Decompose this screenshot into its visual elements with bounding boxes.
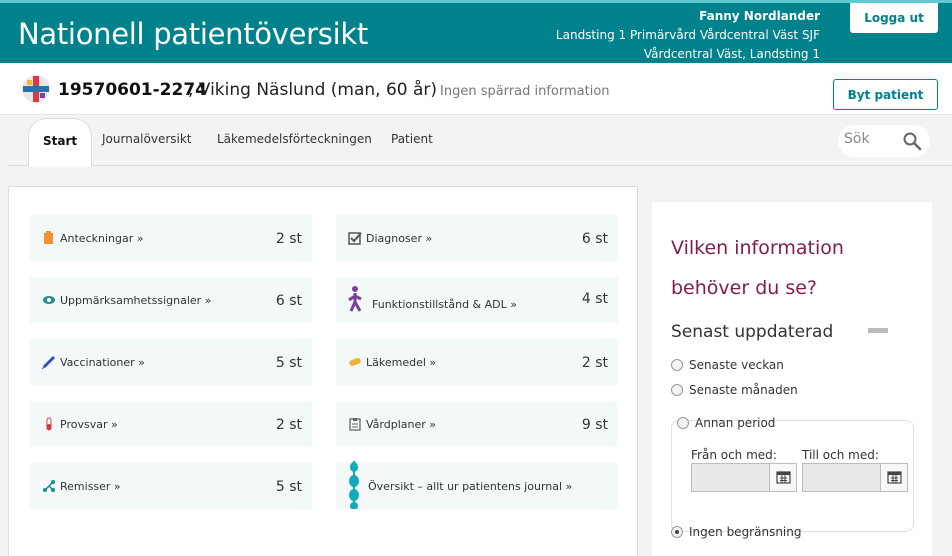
radio-last-week[interactable]: Senaste veckan	[671, 358, 784, 372]
pill-icon	[349, 357, 361, 367]
tile-medications[interactable]: Läkemedel » 2 st	[336, 339, 618, 385]
radio-circle-icon	[671, 384, 683, 396]
logout-button[interactable]: Logga ut	[850, 3, 938, 33]
tile-notes[interactable]: Anteckningar » 2 st	[30, 215, 312, 261]
search-icon[interactable]	[902, 131, 922, 151]
filter-panel: Vilken information behöver du se? Senast…	[652, 202, 932, 556]
tile-referrals[interactable]: Remisser » 5 st	[30, 463, 312, 509]
tile-label: Uppmärksamhetssignaler »	[60, 294, 212, 307]
overview-tiles-panel: Anteckningar » 2 st Diagnoser » 6 st Upp…	[8, 186, 638, 556]
tab-journal-overview[interactable]: Journalöversikt	[102, 132, 192, 146]
test-tube-icon	[46, 417, 52, 431]
tab-start[interactable]: Start	[28, 118, 93, 167]
radio-label: Annan period	[695, 416, 776, 430]
diagnosis-check-icon	[348, 232, 362, 245]
user-organization: Landsting 1 Primärvård Vårdcentral Väst …	[555, 28, 820, 42]
tile-count: 4 st	[581, 291, 608, 307]
tile-journal-overview[interactable]: Översikt – allt ur patientens journal »	[336, 461, 618, 509]
tile-label: Remisser »	[60, 480, 121, 493]
syringe-icon	[42, 355, 56, 369]
tile-count: 2 st	[581, 355, 608, 371]
referral-icon	[43, 480, 55, 492]
tile-label: Anteckningar »	[60, 232, 144, 245]
tile-count: 2 st	[275, 231, 302, 247]
radio-circle-icon	[677, 417, 689, 429]
radio-label: Senaste veckan	[689, 358, 784, 372]
blocked-info-status: Ingen spärrad information	[440, 84, 610, 99]
radio-last-month[interactable]: Senaste månaden	[671, 383, 798, 397]
patient-bar: 19570601-2274 , Viking Näslund (man, 60 …	[0, 63, 952, 115]
tile-label: Översikt – allt ur patientens journal »	[368, 480, 573, 493]
tile-count: 5 st	[275, 355, 302, 371]
from-date-field[interactable]	[691, 463, 797, 492]
tile-test-results[interactable]: Provsvar » 2 st	[30, 401, 312, 447]
clipboard-icon	[349, 418, 361, 431]
search-input[interactable]	[844, 131, 896, 147]
radio-label: Ingen begränsning	[689, 525, 802, 539]
to-date-label: Till och med:	[802, 448, 879, 462]
tile-count: 2 st	[275, 417, 302, 433]
tile-label: Provsvar »	[60, 418, 118, 431]
filter-panel-title: Vilken information behöver du se?	[671, 237, 844, 299]
app-title: Nationell patientöversikt	[18, 17, 368, 51]
from-date-label: Från och med:	[691, 448, 777, 462]
tile-vaccinations[interactable]: Vaccinationer » 5 st	[30, 339, 312, 385]
top-header: Nationell patientöversikt Fanny Nordland…	[0, 0, 952, 63]
tile-count: 9 st	[581, 417, 608, 433]
switch-patient-button[interactable]: Byt patient	[833, 79, 938, 110]
calendar-icon	[887, 471, 902, 484]
timeline-icon	[349, 461, 359, 509]
tile-warning-signals[interactable]: Uppmärksamhetssignaler » 6 st	[30, 277, 312, 323]
patient-name: , Viking Näslund (man, 60 år)	[188, 80, 438, 100]
tile-label: Diagnoser »	[366, 232, 433, 245]
notes-icon	[44, 231, 53, 244]
radio-circle-icon	[671, 359, 683, 371]
radio-other-period[interactable]: Annan period	[677, 416, 775, 430]
radio-no-limit[interactable]: Ingen begränsning	[671, 525, 802, 539]
tab-bar: Start Journalöversikt Läkemedelsförteckn…	[8, 115, 952, 167]
tile-label: Vårdplaner »	[366, 418, 436, 431]
last-updated-heading: Senast uppdaterad	[671, 322, 834, 342]
search-box	[838, 125, 930, 157]
tab-patient[interactable]: Patient	[391, 132, 433, 146]
to-date-field[interactable]	[802, 463, 908, 492]
tile-count: 5 st	[275, 479, 302, 495]
calendar-button[interactable]	[769, 464, 796, 491]
custom-period-box: Annan period Från och med: Till och med:	[671, 416, 914, 532]
tab-medication-list[interactable]: Läkemedelsförteckningen	[217, 132, 372, 146]
user-info: Fanny Nordlander Landsting 1 Primärvård …	[556, 7, 820, 64]
tile-care-plans[interactable]: Vårdplaner » 9 st	[336, 401, 618, 447]
tile-label: Vaccinationer »	[60, 356, 145, 369]
patient-logo-icon	[22, 75, 50, 103]
calendar-icon	[776, 471, 791, 484]
tile-functional-status[interactable]: Funktionstillstånd & ADL » 4 st	[336, 277, 618, 323]
tile-diagnoses[interactable]: Diagnoser » 6 st	[336, 215, 618, 261]
user-name: Fanny Nordlander	[699, 9, 820, 23]
tile-label: Funktionstillstånd & ADL »	[372, 298, 517, 311]
user-unit: Vårdcentral Väst, Landsting 1	[643, 47, 820, 61]
tile-count: 6 st	[275, 293, 302, 309]
eye-icon	[43, 296, 55, 304]
radio-selected-icon	[671, 526, 683, 538]
patient-personal-number: 19570601-2274	[58, 80, 207, 100]
tile-label: Läkemedel »	[366, 356, 437, 369]
collapse-icon[interactable]	[868, 328, 888, 333]
radio-label: Senaste månaden	[689, 383, 798, 397]
walking-person-icon	[348, 286, 362, 312]
calendar-button[interactable]	[880, 464, 907, 491]
tile-count: 6 st	[581, 231, 608, 247]
